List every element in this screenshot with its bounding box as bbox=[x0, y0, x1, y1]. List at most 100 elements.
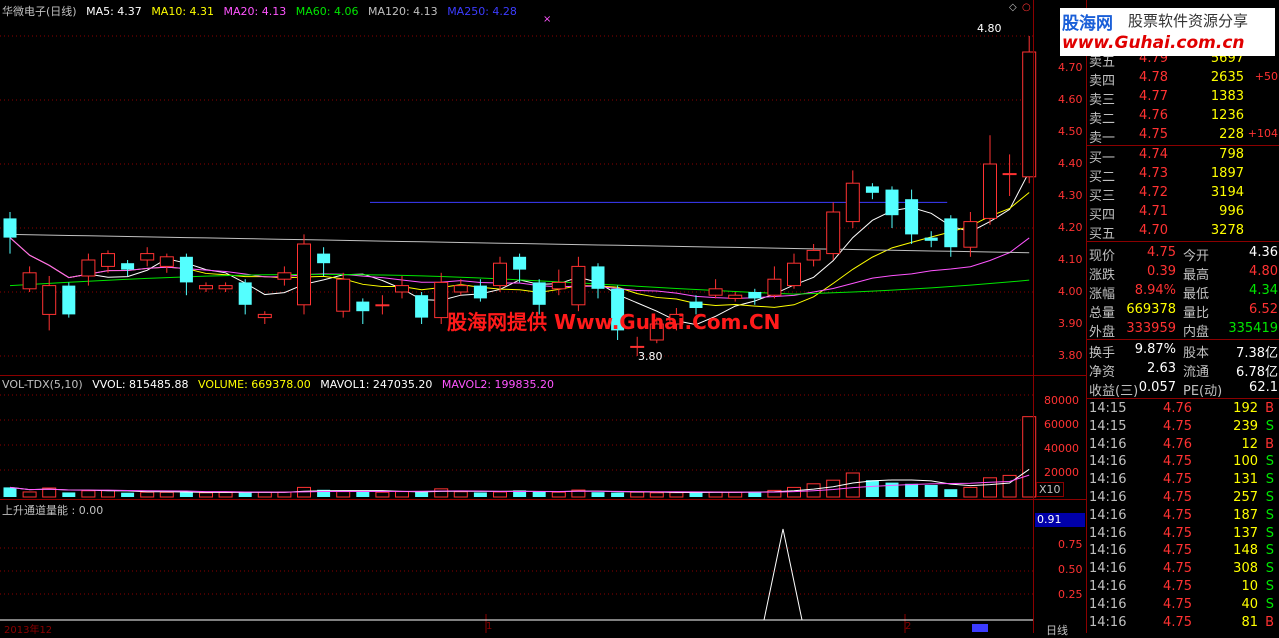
period-tab[interactable]: 日线 bbox=[1046, 622, 1068, 638]
volume-axis-label: 60000 bbox=[1044, 418, 1079, 431]
panel-separator bbox=[0, 375, 1086, 376]
order-price: 4.74 bbox=[1139, 147, 1168, 162]
candle-body-down bbox=[532, 282, 546, 305]
price-axis-label: 3.80 bbox=[1058, 349, 1083, 362]
candle-body-down bbox=[591, 266, 605, 289]
candle-body-up bbox=[453, 285, 468, 293]
tick-time: 14:16 bbox=[1089, 490, 1127, 505]
fundamental-row: 净资 2.63 流通 6.78亿 bbox=[1087, 360, 1279, 380]
volume-bar-up bbox=[434, 488, 449, 498]
tick-row: 14:16 4.75 148 S bbox=[1087, 542, 1279, 561]
fund-divider bbox=[1087, 398, 1279, 399]
quote-value: 4.36 bbox=[1249, 245, 1278, 260]
tick-volume: 192 bbox=[1233, 401, 1258, 416]
volume-bar-down bbox=[3, 487, 17, 497]
tick-time: 14:16 bbox=[1089, 472, 1127, 488]
order-row-bid: 买四 4.71 996 bbox=[1087, 203, 1279, 223]
tick-price: 4.75 bbox=[1163, 579, 1192, 594]
tick-side: S bbox=[1265, 561, 1274, 577]
diamond-icon[interactable]: ◇ bbox=[1009, 2, 1017, 13]
tick-row: 14:15 4.76 192 B bbox=[1087, 400, 1279, 419]
candle-body-up bbox=[140, 253, 155, 261]
quote-label: 总量 bbox=[1089, 306, 1116, 321]
tick-side: B bbox=[1265, 614, 1274, 630]
candle-body-down bbox=[3, 218, 17, 238]
tick-row: 14:16 4.75 308 S bbox=[1087, 560, 1279, 579]
candle-body-down bbox=[121, 263, 135, 270]
date-label-start: 2013年12 bbox=[4, 625, 53, 636]
order-row-ask: 卖二 4.76 1236 bbox=[1087, 107, 1279, 127]
tick-time: 14:16 bbox=[1089, 454, 1127, 470]
order-volume: 1383 bbox=[1210, 89, 1244, 104]
order-volume: 228 bbox=[1219, 127, 1244, 142]
indicator-axis-label: 0.75 bbox=[1058, 538, 1083, 551]
order-label: 买四 bbox=[1089, 208, 1116, 223]
ma250-value: MA250: 4.28 bbox=[447, 5, 517, 18]
candle-body-up bbox=[767, 278, 782, 296]
tick-price: 4.75 bbox=[1163, 561, 1192, 577]
volume-bar-down bbox=[924, 485, 938, 497]
tick-price: 4.75 bbox=[1163, 454, 1192, 470]
fund-value: 62.1 bbox=[1249, 380, 1278, 395]
candle-body-up bbox=[434, 281, 449, 319]
tick-price: 4.75 bbox=[1163, 490, 1192, 505]
candle-body-up bbox=[297, 243, 311, 306]
candle-body-up bbox=[963, 221, 978, 248]
tick-row: 14:16 4.75 10 S bbox=[1087, 578, 1279, 597]
order-volume: 1236 bbox=[1210, 108, 1244, 123]
volume-bar-down bbox=[121, 492, 135, 497]
volume-bar-up bbox=[395, 491, 409, 498]
indicator-line bbox=[0, 528, 1030, 621]
site-logo[interactable]: 股海网 股票软件资源分享 www.Guhai.com.cn bbox=[1060, 8, 1275, 56]
axis-separator bbox=[1033, 0, 1034, 633]
order-price: 4.73 bbox=[1139, 166, 1168, 181]
tick-volume: 187 bbox=[1233, 507, 1258, 523]
tick-time: 14:15 bbox=[1089, 418, 1127, 434]
tick-side: S bbox=[1265, 596, 1274, 612]
watermark-text: 股海网提供 Www.Guhai.Com.CN bbox=[447, 310, 781, 334]
volume-bar-up bbox=[551, 491, 566, 498]
tick-time: 14:16 bbox=[1089, 507, 1127, 523]
volume-bar-up bbox=[493, 491, 507, 498]
order-volume: 798 bbox=[1219, 147, 1244, 162]
tick-time: 14:16 bbox=[1089, 561, 1127, 577]
logo-name: 股海网 bbox=[1062, 14, 1113, 34]
candle-body-up bbox=[493, 262, 507, 287]
order-change: +104 bbox=[1247, 127, 1278, 140]
tick-time: 14:16 bbox=[1089, 436, 1127, 452]
quote-value: 333959 bbox=[1126, 321, 1176, 336]
candle-body-down bbox=[865, 186, 879, 193]
volume-bar-down bbox=[591, 492, 605, 497]
candle-body-up bbox=[375, 304, 390, 307]
order-volume: 3194 bbox=[1210, 185, 1244, 200]
tick-volume: 239 bbox=[1233, 418, 1258, 434]
scroll-indicator[interactable] bbox=[972, 624, 988, 632]
tick-time: 14:16 bbox=[1089, 614, 1127, 630]
high-marker: 4.80 bbox=[977, 22, 1002, 35]
vol-header: VOL-TDX(5,10) VVOL: 815485.88 VOLUME: 66… bbox=[2, 378, 560, 391]
ma120-value: MA120: 4.13 bbox=[367, 5, 438, 18]
volume-bar-up bbox=[1002, 474, 1017, 498]
order-volume: 2635 bbox=[1210, 70, 1244, 85]
tick-price: 4.76 bbox=[1163, 436, 1192, 452]
tick-row: 14:16 4.75 187 S bbox=[1087, 507, 1279, 526]
volume-bar-up bbox=[140, 491, 155, 498]
quote-value: 4.34 bbox=[1249, 283, 1278, 298]
ma120-line bbox=[9, 233, 1030, 254]
volume-bar-up bbox=[963, 486, 978, 498]
volume-bar-up bbox=[22, 491, 37, 498]
candle-body-up bbox=[630, 345, 645, 348]
tick-side: S bbox=[1265, 543, 1274, 559]
order-label: 卖二 bbox=[1089, 112, 1116, 127]
date-label-mid: 1 bbox=[486, 621, 493, 632]
volume-bar-down bbox=[865, 480, 879, 497]
tick-row: 14:16 4.75 100 S bbox=[1087, 453, 1279, 472]
volume-value: VOLUME: 669378.00 bbox=[198, 378, 311, 391]
price-axis-label: 4.70 bbox=[1058, 61, 1083, 74]
tick-row: 14:16 4.75 81 B bbox=[1087, 614, 1279, 633]
order-label: 卖一 bbox=[1089, 131, 1116, 146]
candle-body-up bbox=[81, 259, 96, 277]
price-axis-label: 4.30 bbox=[1058, 189, 1083, 202]
circle-icon[interactable]: ○ bbox=[1022, 2, 1031, 13]
volume-axis-label: 20000 bbox=[1044, 466, 1079, 479]
